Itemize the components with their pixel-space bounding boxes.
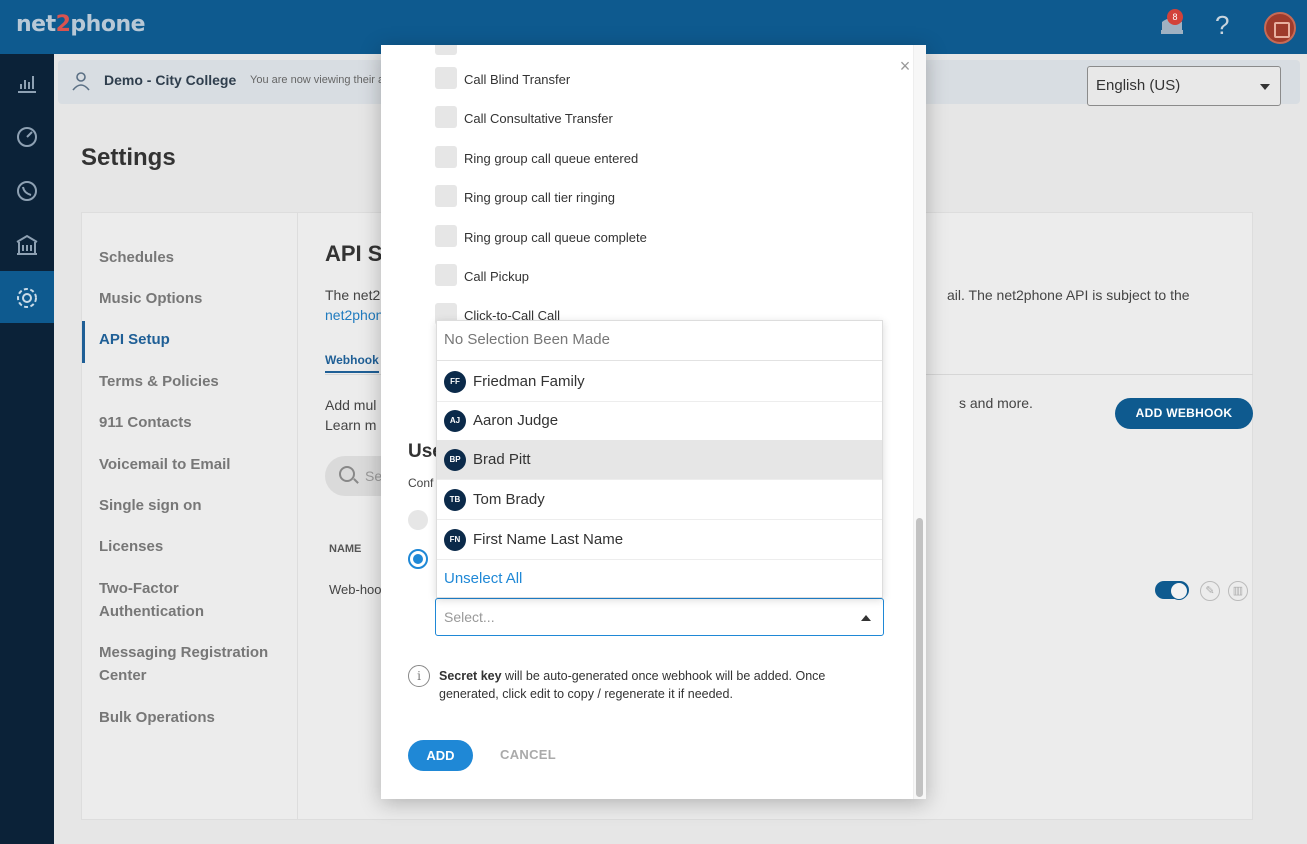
search-placeholder: Se	[365, 468, 383, 484]
active-indicator	[82, 321, 85, 363]
dropdown-option[interactable]: TB Tom Brady	[437, 480, 882, 520]
logo-text-phone: phone	[70, 12, 146, 37]
menu-item-voicemail-email[interactable]: Voicemail to Email	[99, 453, 230, 476]
option-name: Tom Brady	[473, 491, 545, 508]
modal-scrollbar-thumb[interactable]	[916, 518, 923, 797]
dropdown-option[interactable]: AJ Aaron Judge	[437, 401, 882, 441]
user-avatar[interactable]	[1264, 12, 1296, 44]
tab-webhooks[interactable]: Webhook	[325, 353, 379, 373]
logo-text-2: 2	[55, 12, 71, 37]
event-checkbox[interactable]	[435, 225, 457, 247]
event-label: Call Consultative Transfer	[464, 111, 613, 126]
event-checkbox[interactable]	[435, 146, 457, 168]
event-checkbox-partial[interactable]	[435, 45, 457, 55]
menu-item-licenses[interactable]: Licenses	[99, 535, 163, 558]
menu-item-messaging-registration[interactable]: Messaging Registration Center	[99, 641, 289, 687]
webhook-description-line-1: Add mul	[325, 397, 377, 413]
avatar: BP	[444, 449, 466, 471]
help-icon[interactable]: ?	[1215, 10, 1229, 41]
api-description: The net2	[325, 287, 381, 303]
avatar: FN	[444, 529, 466, 551]
option-name: Friedman Family	[473, 373, 585, 390]
users-radio-selected[interactable]	[408, 549, 428, 569]
avatar: AJ	[444, 410, 466, 432]
menu-item-schedules[interactable]: Schedules	[99, 246, 174, 269]
webhook-row-name: Web-hoo	[329, 582, 382, 597]
users-section-subtitle: Conf	[408, 476, 434, 490]
event-checkbox[interactable]	[435, 106, 457, 128]
add-button[interactable]: ADD	[408, 740, 473, 771]
menu-item-two-factor[interactable]: Two-Factor Authentication	[99, 577, 249, 623]
event-label: Ring group call queue entered	[464, 151, 639, 166]
menu-item-api-setup[interactable]: API Setup	[99, 328, 170, 351]
api-terms-link[interactable]: net2phon	[325, 307, 383, 323]
event-label: Ring group call tier ringing	[464, 190, 616, 205]
chevron-up-icon[interactable]	[861, 615, 871, 621]
menu-item-terms-policies[interactable]: Terms & Policies	[99, 370, 219, 393]
dashboard-gauge-icon[interactable]	[0, 110, 54, 162]
close-icon[interactable]: ×	[896, 57, 914, 75]
event-label: Call Blind Transfer	[464, 72, 571, 87]
column-header-name: NAME	[329, 543, 362, 555]
menu-item-911-contacts[interactable]: 911 Contacts	[99, 411, 192, 434]
webhook-description: Add mul Learn m	[325, 395, 376, 435]
menu-item-music-options[interactable]: Music Options	[99, 287, 202, 310]
dropdown-option[interactable]: FN First Name Last Name	[437, 520, 882, 560]
search-icon	[339, 466, 355, 482]
organization-name: Demo - City College	[104, 72, 237, 88]
unselect-all-link[interactable]: Unselect All	[444, 570, 522, 587]
event-checkbox[interactable]	[435, 67, 457, 89]
avatar: TB	[444, 489, 466, 511]
users-radio-all[interactable]	[408, 510, 428, 530]
edit-icon[interactable]: ✎	[1200, 581, 1220, 601]
event-checkbox[interactable]	[435, 185, 457, 207]
api-setup-title: API S	[325, 241, 383, 266]
language-select[interactable]: English (US)	[1087, 66, 1281, 106]
menu-item-bulk-operations[interactable]: Bulk Operations	[99, 706, 215, 729]
webhook-description-line-2[interactable]: Learn m	[325, 415, 376, 435]
webhook-description-right: s and more.	[959, 395, 1033, 411]
api-description-right: ail. The net2phone API is subject to the	[947, 287, 1190, 303]
event-label: Ring group call queue complete	[464, 230, 647, 245]
trash-icon[interactable]: ▥	[1228, 581, 1248, 601]
people-icon	[70, 70, 94, 94]
left-navigation	[0, 54, 54, 844]
language-value: English (US)	[1096, 77, 1181, 94]
webhook-enabled-toggle[interactable]	[1155, 581, 1189, 600]
dropdown-option-highlighted[interactable]: BP Brad Pitt	[437, 440, 882, 480]
logo-text-net: net	[16, 12, 56, 37]
dropdown-header: No Selection Been Made	[437, 321, 882, 361]
event-checkbox[interactable]	[435, 264, 457, 286]
users-select-placeholder: Select...	[444, 609, 495, 625]
notifications-icon[interactable]: 8	[1158, 9, 1186, 38]
settings-menu: Schedules Music Options API Setup Terms …	[82, 213, 298, 819]
option-name: First Name Last Name	[473, 531, 624, 548]
users-dropdown: No Selection Been Made FF Friedman Famil…	[436, 320, 883, 598]
page-title: Settings	[81, 144, 176, 171]
avatar: FF	[444, 371, 466, 393]
notification-count-badge: 8	[1167, 9, 1183, 25]
cancel-button[interactable]: CANCEL	[500, 747, 556, 762]
users-select[interactable]: Select...	[435, 598, 884, 636]
menu-item-single-sign-on[interactable]: Single sign on	[99, 494, 202, 517]
option-name: Brad Pitt	[473, 451, 531, 468]
settings-gear-icon[interactable]	[0, 271, 54, 323]
net2phone-logo[interactable]: net2phone	[16, 12, 146, 37]
viewing-note: You are now viewing their a	[250, 74, 385, 86]
option-name: Aaron Judge	[473, 412, 559, 429]
event-label: Call Pickup	[464, 269, 530, 284]
analytics-icon[interactable]	[0, 56, 54, 108]
secret-key-info: Secret key will be auto-generated once w…	[439, 667, 869, 703]
chevron-down-icon	[1260, 84, 1270, 90]
info-icon: i	[408, 665, 430, 687]
dropdown-option[interactable]: FF Friedman Family	[437, 362, 882, 402]
phone-icon[interactable]	[0, 164, 54, 216]
building-icon[interactable]	[0, 218, 54, 270]
add-webhook-button[interactable]: ADD WEBHOOK	[1115, 398, 1253, 429]
secret-key-label: Secret key	[439, 669, 502, 683]
